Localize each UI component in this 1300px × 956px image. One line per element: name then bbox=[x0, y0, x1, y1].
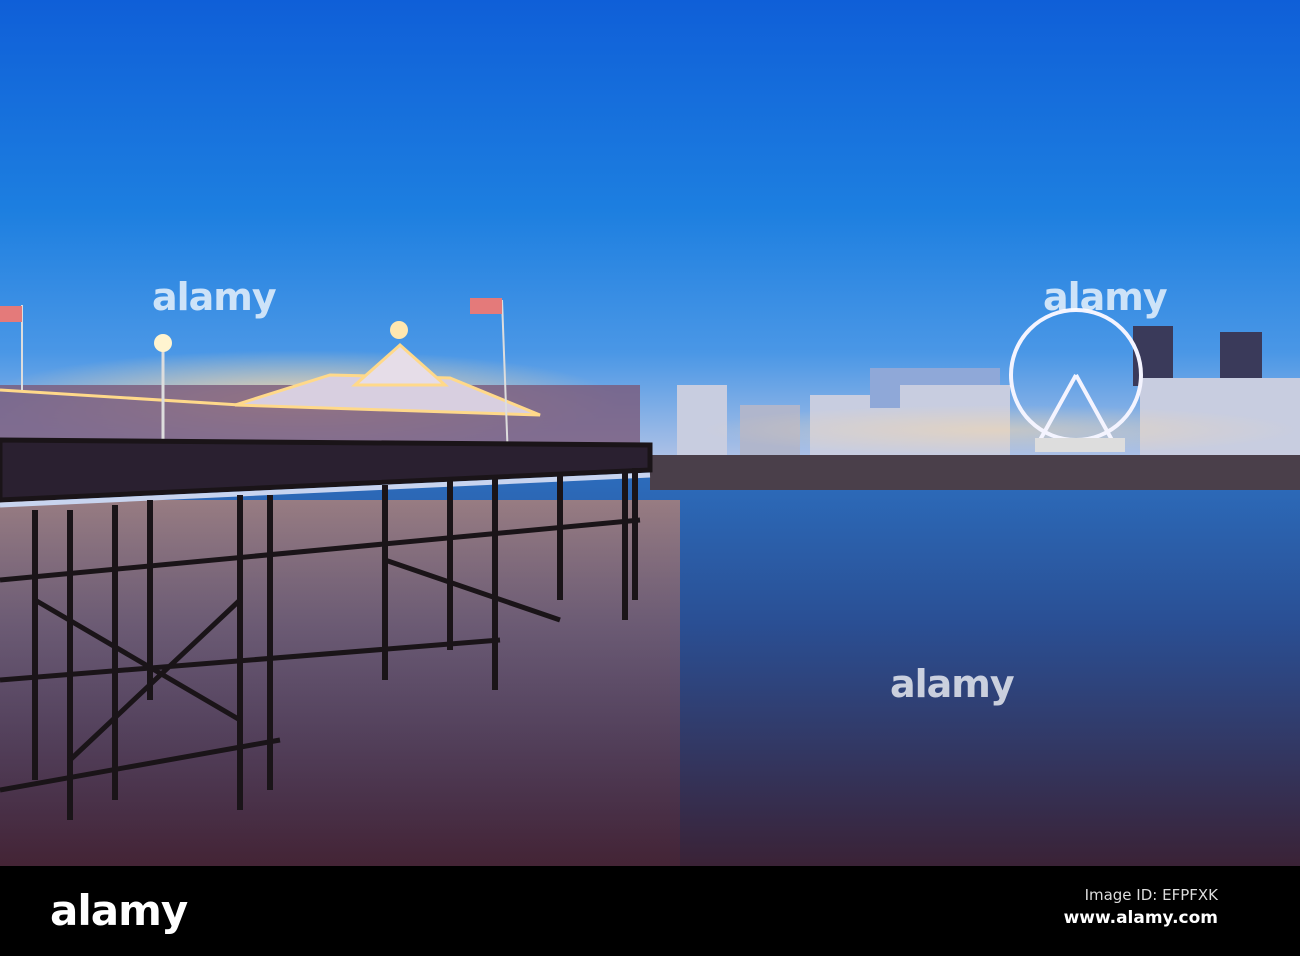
brighton-pier-photo bbox=[0, 0, 1300, 866]
watermark-text: alamy bbox=[890, 662, 1015, 706]
watermark-text: alamy bbox=[152, 275, 277, 319]
watermark-text: alamy bbox=[1043, 275, 1168, 319]
image-id: Image ID: EFPFXK bbox=[1084, 886, 1218, 904]
alamy-logo: alamy bbox=[50, 886, 188, 935]
pier-reflection bbox=[0, 500, 680, 866]
footer-bar: alamy Image ID: EFPFXK www.alamy.com bbox=[0, 866, 1300, 956]
town-light-glow bbox=[700, 405, 1300, 455]
website-link: www.alamy.com bbox=[1063, 908, 1218, 928]
beach bbox=[650, 455, 1300, 490]
